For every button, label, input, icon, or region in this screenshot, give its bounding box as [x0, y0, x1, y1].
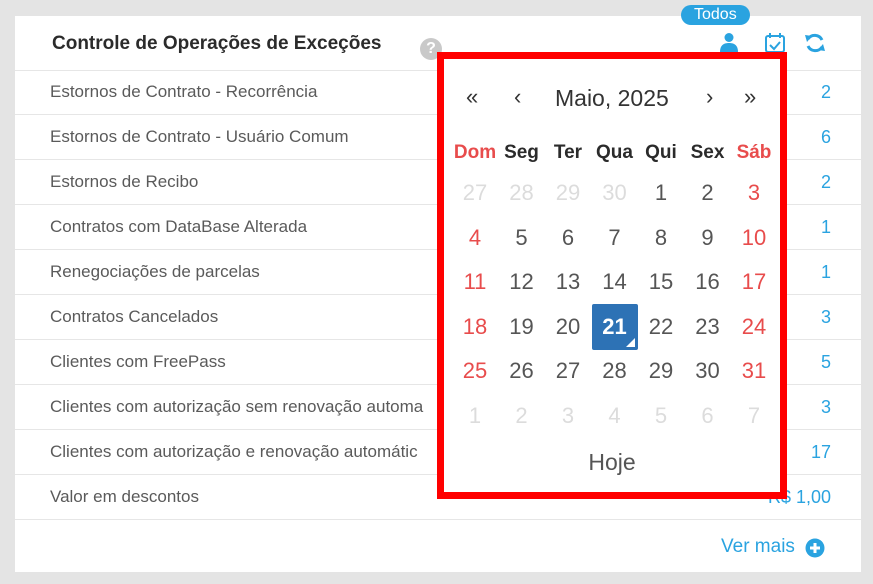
day-cell[interactable]: 20 — [545, 304, 591, 350]
day-cell[interactable]: 30 — [685, 348, 731, 394]
day-cell: 1 — [468, 402, 482, 428]
row-value[interactable]: 2 — [821, 172, 831, 193]
weekday-label: Qui — [645, 142, 677, 163]
plus-circle-icon[interactable] — [805, 538, 825, 563]
day-cell: 2 — [515, 402, 528, 428]
day-cell[interactable]: 10 — [731, 215, 777, 261]
day-cell[interactable]: 12 — [499, 259, 545, 305]
month-title[interactable]: Maio, 2025 — [555, 85, 669, 112]
row-label: Contratos Cancelados — [50, 307, 219, 326]
day-cell[interactable]: 7 — [592, 215, 638, 261]
day-cell[interactable]: 24 — [731, 304, 777, 350]
row-label: Clientes com FreePass — [50, 352, 226, 371]
day-cell[interactable]: 3 — [731, 170, 777, 216]
row-value[interactable]: 2 — [821, 82, 831, 103]
day-cell[interactable]: 15 — [638, 259, 684, 305]
day-cell[interactable]: 6 — [545, 215, 591, 261]
day-cell[interactable]: 4 — [452, 215, 498, 261]
row-value[interactable]: 1 — [821, 262, 831, 283]
day-cell[interactable]: 27 — [545, 348, 591, 394]
day-cell: 29 — [555, 180, 581, 205]
weekday-label: Ter — [553, 142, 583, 163]
day-cell[interactable]: 22 — [638, 304, 684, 350]
row-value[interactable]: 1 — [821, 217, 831, 238]
day-cell: 3 — [561, 402, 575, 428]
day-cell[interactable]: 5 — [499, 215, 545, 261]
day-cell: 28 — [509, 180, 534, 205]
day-cell[interactable]: 16 — [685, 259, 731, 305]
prev-month-button[interactable]: ‹ — [514, 84, 521, 110]
weekday-label: Dom — [453, 142, 497, 163]
day-cell[interactable]: 31 — [731, 348, 777, 394]
weekday-label: Seg — [504, 142, 539, 163]
todos-filter-badge[interactable]: Todos — [681, 5, 750, 25]
day-cell: 7 — [747, 402, 761, 428]
row-label: Renegociações de parcelas — [50, 262, 260, 281]
row-label: Estornos de Recibo — [50, 172, 199, 191]
weekday-label: Sex — [690, 142, 725, 163]
day-cell[interactable]: 13 — [545, 259, 591, 305]
day-cell[interactable]: 29 — [638, 348, 684, 394]
row-value[interactable]: 3 — [821, 397, 831, 418]
day-cell[interactable]: 1 — [638, 170, 684, 216]
day-cell: 6 — [701, 402, 714, 428]
day-cell[interactable]: 17 — [731, 259, 777, 305]
day-cell[interactable]: 14 — [592, 259, 638, 305]
day-cell[interactable]: 23 — [685, 304, 731, 350]
row-value[interactable]: 6 — [821, 127, 831, 148]
refresh-icon[interactable] — [804, 32, 826, 59]
day-cell: 4 — [608, 402, 621, 428]
weekday-label: Sáb — [736, 142, 772, 163]
row-label: Clientes com autorização sem renovação a… — [50, 397, 424, 416]
day-cell[interactable]: 26 — [499, 348, 545, 394]
selected-corner-mark — [625, 337, 635, 347]
weekday-label: Qua — [596, 142, 633, 163]
day-cell: 27 — [462, 180, 488, 205]
next-year-button[interactable]: » — [744, 84, 756, 110]
day-cell[interactable]: 19 — [499, 304, 545, 350]
row-label: Valor em descontos — [50, 487, 199, 506]
row-value[interactable]: 17 — [811, 442, 831, 463]
today-button[interactable]: Hoje — [444, 449, 780, 476]
ver-mais-link[interactable]: Ver mais — [721, 536, 795, 558]
day-cell[interactable]: 28 — [592, 348, 638, 394]
day-cell[interactable]: 9 — [685, 215, 731, 261]
day-cell: 5 — [654, 402, 668, 428]
prev-year-button[interactable]: « — [466, 84, 478, 110]
date-picker: « ‹ Maio, 2025 › » Dom Seg Ter Qua Qui Sex Sáb… — [437, 52, 787, 499]
row-label: Estornos de Contrato - Usuário Comum — [50, 127, 349, 146]
row-value[interactable]: 5 — [821, 352, 831, 373]
row-value[interactable]: 3 — [821, 307, 831, 328]
day-cell: 30 — [602, 180, 627, 205]
row-label: Clientes com autorização e renovação aut… — [50, 442, 418, 461]
day-cell[interactable]: 11 — [452, 259, 498, 305]
next-month-button[interactable]: › — [706, 84, 713, 110]
day-cell[interactable]: 18 — [452, 304, 498, 350]
day-cell[interactable]: 8 — [638, 215, 684, 261]
day-cell[interactable]: 25 — [452, 348, 498, 394]
row-label: Contratos com DataBase Alterada — [50, 217, 308, 236]
selected-day-cell[interactable]: 21 — [591, 303, 638, 350]
panel-title: Controle de Operações de Exceções — [52, 33, 382, 54]
day-cell[interactable]: 2 — [685, 170, 731, 216]
row-label: Estornos de Contrato - Recorrência — [50, 82, 318, 101]
